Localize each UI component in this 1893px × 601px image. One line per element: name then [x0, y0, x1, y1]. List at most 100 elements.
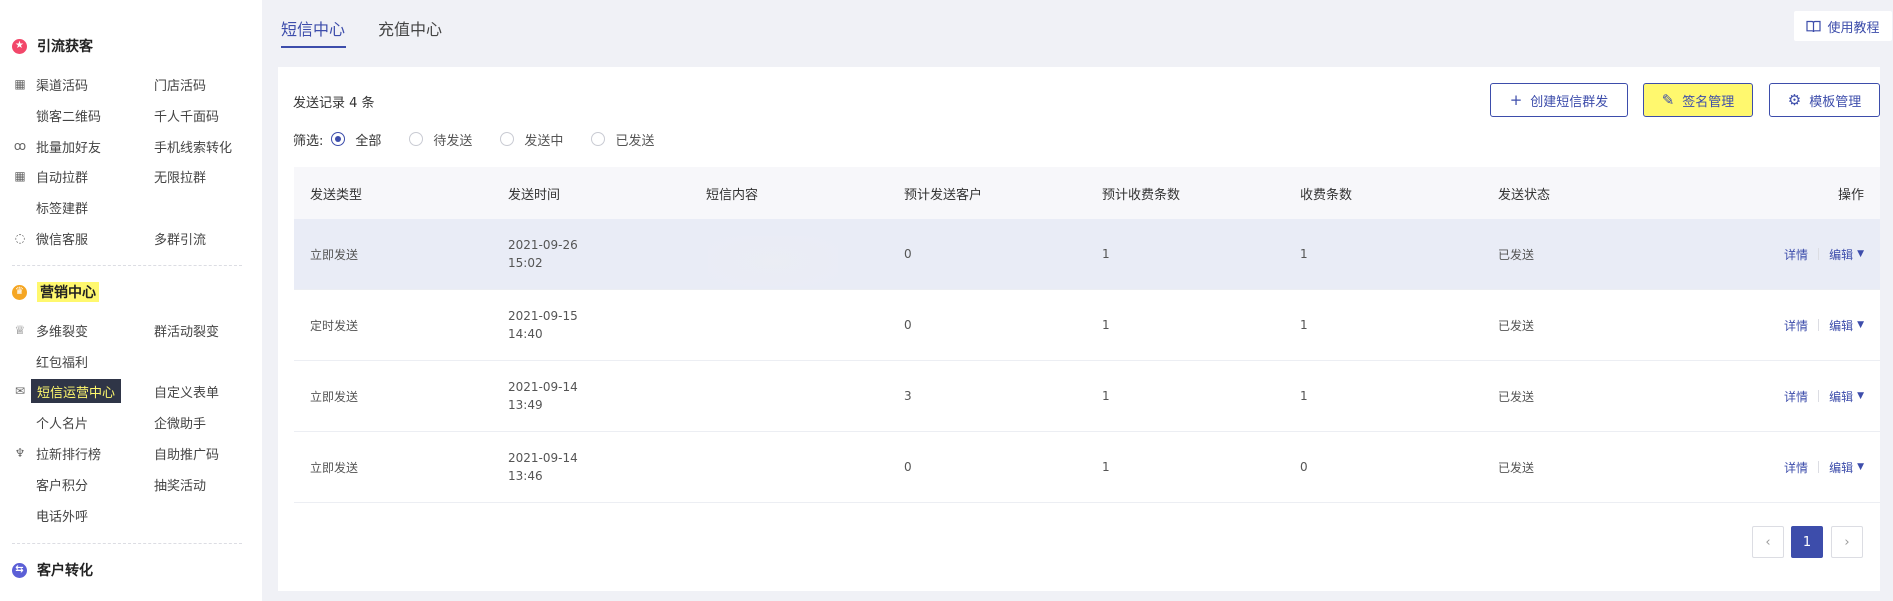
nav-auto-group[interactable]: 自动拉群 [36, 166, 88, 186]
nav-phone-outbound[interactable]: 电话外呼 [36, 505, 88, 525]
row-actions: 详情 编辑 ▼ [1724, 317, 1880, 334]
swap-icon: ⇆ [12, 562, 27, 578]
radio-icon[interactable] [500, 132, 515, 146]
nav-lock-qrcode[interactable]: 锁客二维码 [36, 105, 101, 125]
gear-icon: ⚙ [1787, 90, 1802, 109]
filter-sending[interactable]: 发送中 [500, 130, 563, 149]
page-number-button[interactable]: 1 [1791, 526, 1823, 558]
table-row[interactable]: 立即发送 2021-09-14 13:49 3 1 1 已发送 详情 编辑 ▼ [294, 361, 1880, 432]
section-lead-acquisition[interactable]: ★ 引流获客 [12, 35, 93, 57]
radio-checked-icon[interactable] [331, 132, 346, 146]
nav-wecom-assistant[interactable]: 企微助手 [154, 412, 206, 432]
filter-label: 筛选: [293, 133, 324, 149]
caret-down-icon[interactable]: ▼ [1857, 462, 1864, 472]
next-page-button[interactable]: › [1831, 526, 1863, 558]
table-row[interactable]: 定时发送 2021-09-15 14:40 0 1 1 已发送 详情 编辑 ▼ [294, 290, 1880, 361]
section-title: 营销中心 [37, 282, 99, 302]
status-filter: 筛选: 全部 待发送 发送中 已发送 [293, 129, 682, 149]
nav-group-fission[interactable]: 群活动裂变 [154, 320, 219, 340]
radio-icon[interactable] [409, 132, 424, 146]
send-type: 立即发送 [310, 247, 359, 262]
group-qr-icon: ▦ [14, 169, 26, 183]
nav-phone-lead[interactable]: 手机线索转化 [154, 136, 232, 156]
send-time: 2021-09-14 13:49 [492, 378, 690, 414]
edit-link[interactable]: 编辑 [1829, 317, 1853, 334]
radio-icon[interactable] [591, 132, 606, 146]
filter-option-label: 全部 [355, 133, 382, 149]
section-title: 客户转化 [37, 563, 93, 579]
nav-personalized-code[interactable]: 千人千面码 [154, 105, 219, 125]
create-sms-broadcast-button[interactable]: + 创建短信群发 [1490, 83, 1628, 117]
nav-red-packet[interactable]: 红包福利 [36, 351, 88, 371]
nav-multi-fission[interactable]: 多维裂变 [36, 320, 88, 340]
table-row[interactable]: 立即发送 2021-09-26 15:02 0 1 1 已发送 详情 编辑 ▼ [294, 219, 1880, 290]
nav-batch-add-friends[interactable]: 批量加好友 [36, 136, 101, 156]
col-content: 短信内容 [706, 187, 759, 203]
nav-tag-group[interactable]: 标签建群 [36, 197, 88, 217]
detail-link[interactable]: 详情 [1784, 459, 1808, 476]
filter-all[interactable]: 全部 [331, 130, 381, 149]
row-actions: 详情 编辑 ▼ [1724, 388, 1880, 405]
section-marketing[interactable]: ♛ 营销中心 [12, 281, 99, 303]
send-date: 2021-09-15 [508, 309, 578, 323]
filter-sent[interactable]: 已发送 [591, 130, 654, 149]
tab-sms-center[interactable]: 短信中心 [281, 16, 345, 46]
send-clock: 13:49 [508, 398, 543, 412]
nav-store-code[interactable]: 门店活码 [154, 74, 206, 94]
charge-count: 1 [1300, 389, 1308, 403]
detail-link[interactable]: 详情 [1784, 246, 1808, 263]
send-date: 2021-09-14 [508, 451, 578, 465]
charge-count: 0 [1300, 460, 1308, 474]
send-date: 2021-09-26 [508, 238, 578, 252]
detail-link[interactable]: 详情 [1784, 388, 1808, 405]
add-friend-icon: ꝏ [13, 139, 27, 153]
table-header: 发送类型 发送时间 短信内容 预计发送客户 预计收费条数 收费条数 发送状态 操… [294, 167, 1880, 219]
nav-custom-form[interactable]: 自定义表单 [154, 381, 219, 401]
caret-down-icon[interactable]: ▼ [1857, 249, 1864, 259]
edit-link[interactable]: 编辑 [1829, 246, 1853, 263]
sidebar-divider [12, 265, 242, 266]
send-time: 2021-09-15 14:40 [492, 307, 690, 343]
filter-pending[interactable]: 待发送 [409, 130, 472, 149]
help-tutorial-button[interactable]: 使用教程 [1794, 11, 1892, 41]
edit-link[interactable]: 编辑 [1829, 388, 1853, 405]
nav-business-card[interactable]: 个人名片 [36, 412, 88, 432]
button-label: 签名管理 [1682, 94, 1735, 110]
book-icon [1806, 20, 1822, 32]
section-conversion[interactable]: ⇆ 客户转化 [12, 559, 93, 581]
tab-recharge-center[interactable]: 充值中心 [378, 16, 442, 46]
nav-self-promo-code[interactable]: 自助推广码 [154, 443, 219, 463]
filter-option-label: 已发送 [615, 133, 655, 149]
nav-referral-rank[interactable]: 拉新排行榜 [36, 443, 101, 463]
est-customers: 0 [904, 247, 912, 261]
signature-manage-button[interactable]: ✎ 签名管理 [1643, 83, 1753, 117]
record-title-text: 发送记录 [293, 96, 346, 111]
nav-multi-group-traffic[interactable]: 多群引流 [154, 228, 206, 248]
tab-active-indicator [281, 46, 346, 48]
col-actions: 操作 [1837, 187, 1864, 203]
nav-channel-code[interactable]: 渠道活码 [36, 74, 88, 94]
nav-unlimited-group[interactable]: 无限拉群 [154, 166, 206, 186]
chat-icon: ◌ [14, 231, 26, 245]
nav-wechat-service[interactable]: 微信客服 [36, 228, 88, 248]
nav-sms-center[interactable]: 短信运营中心 [31, 379, 122, 403]
prev-page-button[interactable]: ‹ [1752, 526, 1784, 558]
caret-down-icon[interactable]: ▼ [1857, 391, 1864, 401]
nav-customer-points[interactable]: 客户积分 [36, 474, 88, 494]
col-send-time: 发送时间 [508, 187, 561, 203]
edit-link[interactable]: 编辑 [1829, 459, 1853, 476]
table-row[interactable]: 立即发送 2021-09-14 13:46 0 1 0 已发送 详情 编辑 ▼ [294, 432, 1880, 503]
caret-down-icon[interactable]: ▼ [1857, 320, 1864, 330]
est-charge: 1 [1102, 460, 1110, 474]
send-clock: 14:40 [508, 327, 543, 341]
send-clock: 13:46 [508, 469, 543, 483]
est-customers: 0 [904, 460, 912, 474]
detail-link[interactable]: 详情 [1784, 317, 1808, 334]
help-label: 使用教程 [1827, 20, 1880, 36]
col-status: 发送状态 [1498, 187, 1551, 203]
filter-option-label: 待发送 [433, 133, 473, 149]
nav-lottery[interactable]: 抽奖活动 [154, 474, 206, 494]
charge-count: 1 [1300, 318, 1308, 332]
send-time: 2021-09-14 13:46 [492, 449, 690, 485]
template-manage-button[interactable]: ⚙ 模板管理 [1769, 83, 1880, 117]
